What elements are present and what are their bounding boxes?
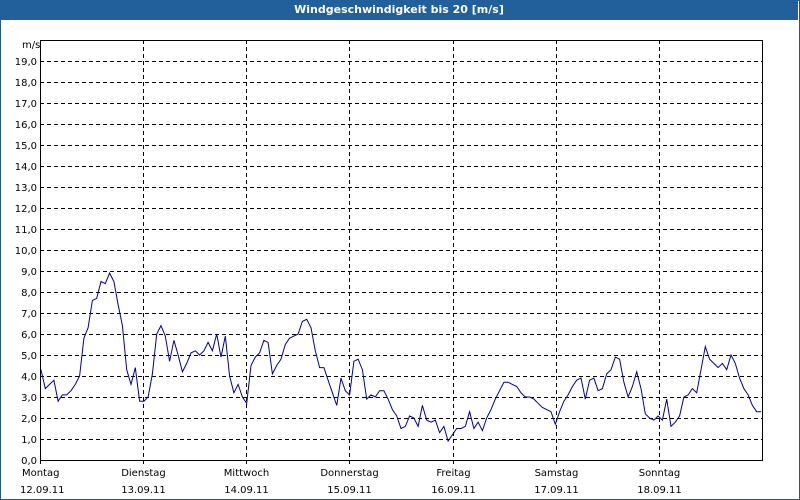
y-tick-label: 11,0 bbox=[15, 225, 37, 236]
x-date-label: 17.09.11 bbox=[534, 485, 579, 496]
y-tick-label: 16,0 bbox=[15, 120, 37, 131]
y-tick-label: 7,0 bbox=[21, 309, 37, 320]
y-axis-unit-label: m/s bbox=[22, 40, 40, 51]
series-line-wind-speed bbox=[40, 271, 761, 443]
y-tick-label: 2,0 bbox=[21, 414, 37, 425]
x-date-label: 18.09.11 bbox=[637, 485, 682, 496]
y-tick-label: 19,0 bbox=[15, 57, 37, 68]
y-tick-label: 3,0 bbox=[21, 393, 37, 404]
x-axis-labels: Montag 12.09.11 Dienstag 13.09.11 Mittwoch 14… bbox=[20, 468, 682, 496]
y-tick-label: 10,0 bbox=[15, 246, 37, 257]
x-day-label: Sonntag bbox=[639, 468, 681, 479]
y-tick-label: 8,0 bbox=[21, 288, 37, 299]
x-day-label: Dienstag bbox=[121, 468, 166, 479]
y-tick-label: 13,0 bbox=[15, 183, 37, 194]
y-tick-label: 18,0 bbox=[15, 78, 37, 89]
x-day-label: Donnerstag bbox=[320, 468, 378, 479]
x-date-label: 14.09.11 bbox=[224, 485, 269, 496]
y-tick-label: 5,0 bbox=[21, 351, 37, 362]
x-date-label: 15.09.11 bbox=[327, 485, 372, 496]
x-date-label: 13.09.11 bbox=[121, 485, 166, 496]
gridlines bbox=[40, 40, 762, 464]
x-date-label: 16.09.11 bbox=[431, 485, 476, 496]
y-tick-label: 4,0 bbox=[21, 372, 37, 383]
wind-speed-chart: 0,0 1,0 2,0 3,0 4,0 5,0 6,0 7,0 8,0 9,0 10,0 11,0 12… bbox=[15, 40, 763, 496]
y-tick-label: 1,0 bbox=[21, 435, 37, 446]
x-day-label: Mittwoch bbox=[224, 468, 269, 479]
x-day-label: Samstag bbox=[535, 468, 579, 479]
x-date-label: 12.09.11 bbox=[20, 485, 65, 496]
y-tick-label: 15,0 bbox=[15, 141, 37, 152]
x-day-label: Montag bbox=[22, 468, 59, 479]
y-tick-label: 12,0 bbox=[15, 204, 37, 215]
y-tick-label: 17,0 bbox=[15, 99, 37, 110]
y-tick-label: 6,0 bbox=[21, 330, 37, 341]
y-axis-ticks: 0,0 1,0 2,0 3,0 4,0 5,0 6,0 7,0 8,0 9,0 10,0 11,0 12… bbox=[15, 57, 37, 467]
y-tick-label: 14,0 bbox=[15, 162, 37, 173]
y-tick-label: 9,0 bbox=[21, 267, 37, 278]
y-tick-label: 0,0 bbox=[21, 456, 37, 467]
x-day-label: Freitag bbox=[436, 468, 470, 479]
